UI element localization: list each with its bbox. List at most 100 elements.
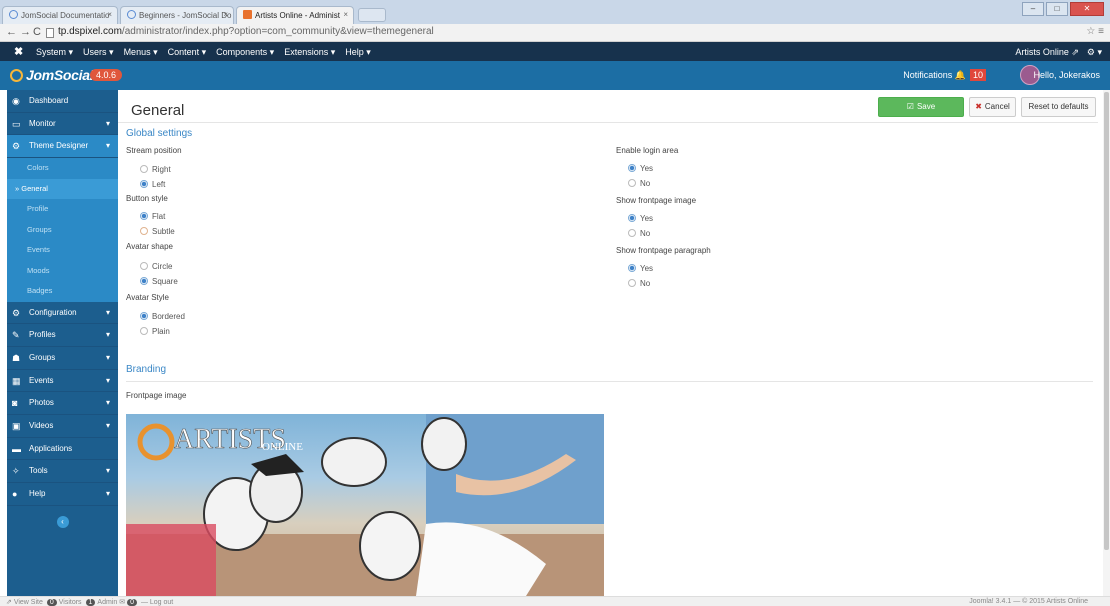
radio-icon bbox=[140, 262, 148, 270]
globe-icon bbox=[9, 10, 18, 19]
window-close-button[interactable]: ✕ bbox=[1070, 2, 1104, 16]
main-content: General ☑ Save ✖ Cancel Reset to defaults … bbox=[118, 90, 1103, 596]
dashboard-icon: ◉ bbox=[12, 96, 20, 106]
browser-tab[interactable]: Beginners - JomSocial Do × bbox=[120, 6, 234, 24]
menu-content[interactable]: Content ▾ bbox=[168, 47, 207, 58]
visitors-label: Visitors bbox=[58, 599, 82, 606]
radio-checked-icon bbox=[140, 180, 148, 188]
radio-option[interactable]: Bordered bbox=[140, 312, 185, 321]
sidebar-subitem-colors[interactable]: Colors bbox=[7, 158, 118, 179]
url-input[interactable]: tp.dspixel.com/administrator/index.php?o… bbox=[58, 26, 434, 37]
chevron-down-icon: ▾ bbox=[105, 466, 110, 476]
user-greeting[interactable]: Hello, Jokerakos bbox=[1033, 70, 1100, 80]
maximize-button[interactable]: □ bbox=[1046, 2, 1068, 16]
radio-option[interactable]: Yes bbox=[628, 214, 653, 223]
radio-option[interactable]: Square bbox=[140, 277, 178, 286]
field-label: Avatar shape bbox=[126, 242, 173, 251]
forward-arrow-icon[interactable]: → bbox=[20, 26, 31, 38]
close-icon[interactable]: × bbox=[343, 10, 348, 19]
radio-option[interactable]: Plain bbox=[140, 327, 170, 336]
sidebar-subitem-badges[interactable]: Badges bbox=[7, 281, 118, 302]
sidebar-subitem-profile[interactable]: Profile bbox=[7, 199, 118, 220]
close-icon[interactable]: × bbox=[223, 10, 228, 19]
radio-option[interactable]: Yes bbox=[628, 164, 653, 173]
radio-option[interactable]: Flat bbox=[140, 212, 165, 221]
sidebar-item-videos[interactable]: ▣ Videos ▾ bbox=[7, 415, 118, 438]
sidebar-item-tools[interactable]: ✧ Tools ▾ bbox=[7, 460, 118, 484]
sidebar-collapse-button[interactable]: ‹ bbox=[56, 515, 69, 528]
scrollbar[interactable] bbox=[1103, 90, 1110, 596]
bookmark-star-icon[interactable]: ☆ ≡ bbox=[1086, 26, 1104, 37]
edit-icon: ✎ bbox=[12, 330, 20, 341]
admin-count-badge: 1 bbox=[85, 599, 96, 606]
site-link[interactable]: Artists Online ⇗ bbox=[1015, 47, 1079, 58]
sidebar-item-dashboard[interactable]: ◉ Dashboard bbox=[7, 90, 118, 113]
sidebar-subitem-moods[interactable]: Moods bbox=[7, 260, 118, 282]
sidebar-item-configuration[interactable]: ⚙ Configuration ▾ bbox=[7, 302, 118, 325]
menu-system[interactable]: System ▾ bbox=[36, 47, 73, 58]
menu-help[interactable]: Help ▾ bbox=[345, 47, 371, 58]
sidebar-item-applications[interactable]: ▬ Applications bbox=[7, 438, 118, 461]
save-button[interactable]: ☑ Save bbox=[878, 97, 964, 117]
sidebar-subitem-events[interactable]: Events bbox=[7, 240, 118, 261]
frontpage-image[interactable]: ARTISTS ONLINE bbox=[126, 414, 604, 596]
chevron-down-icon: ▾ bbox=[105, 489, 110, 499]
logout-link[interactable]: Log out bbox=[150, 599, 173, 606]
menu-menus[interactable]: Menus ▾ bbox=[124, 47, 158, 58]
sidebar-subitem-general[interactable]: » General bbox=[7, 178, 118, 200]
radio-option[interactable]: Yes bbox=[628, 264, 653, 273]
scrollbar-thumb[interactable] bbox=[1104, 92, 1109, 550]
sidebar-item-groups[interactable]: ☗ Groups ▾ bbox=[7, 347, 118, 370]
field-label: Show frontpage image bbox=[616, 196, 697, 205]
divider bbox=[118, 122, 1098, 123]
radio-checked-icon bbox=[628, 164, 636, 172]
notifications-button[interactable]: Notifications 🔔 10 bbox=[903, 69, 986, 81]
section-title-global-settings: Global settings bbox=[126, 128, 193, 139]
sidebar-item-help[interactable]: ● Help ▾ bbox=[7, 483, 118, 506]
joomla-favicon-icon bbox=[243, 10, 252, 19]
radio-checked-icon bbox=[140, 312, 148, 320]
reload-icon[interactable]: C bbox=[33, 26, 41, 38]
jomsocial-header: JomSocial 4.0.6 Notifications 🔔 10 Hello,… bbox=[0, 61, 1110, 90]
briefcase-icon: ▬ bbox=[12, 443, 21, 454]
radio-icon bbox=[140, 227, 148, 235]
browser-tab-active[interactable]: Artists Online - Administ × bbox=[236, 6, 354, 24]
radio-option[interactable]: No bbox=[628, 279, 650, 288]
field-label: Stream position bbox=[126, 146, 182, 155]
sidebar-item-profiles[interactable]: ✎ Profiles ▾ bbox=[7, 324, 118, 347]
settings-gear-icon[interactable]: ⚙ ▾ bbox=[1087, 47, 1102, 58]
radio-option[interactable]: Right bbox=[140, 165, 171, 174]
version-badge: 4.0.6 bbox=[90, 69, 123, 81]
minimize-button[interactable]: – bbox=[1022, 2, 1044, 16]
jomsocial-logo[interactable]: JomSocial bbox=[10, 67, 94, 83]
sidebar-item-photos[interactable]: ◙ Photos ▾ bbox=[7, 392, 118, 415]
joomla-logo-icon[interactable]: ✖ bbox=[14, 45, 23, 58]
admin-label: Admin bbox=[97, 599, 118, 606]
radio-option[interactable]: Circle bbox=[140, 262, 172, 271]
menu-components[interactable]: Components ▾ bbox=[216, 47, 274, 58]
menu-extensions[interactable]: Extensions ▾ bbox=[284, 47, 335, 58]
footer-copyright: Joomla! 3.4.1 — © 2015 Artists Online bbox=[969, 598, 1088, 605]
cancel-icon: ✖ bbox=[975, 102, 982, 111]
radio-option[interactable]: Left bbox=[140, 180, 165, 189]
reset-defaults-button[interactable]: Reset to defaults bbox=[1021, 97, 1096, 117]
radio-icon bbox=[140, 165, 148, 173]
new-tab-button[interactable] bbox=[358, 8, 386, 22]
visitors-count-badge: 0 bbox=[46, 599, 57, 606]
back-arrow-icon[interactable]: ← bbox=[6, 26, 17, 38]
close-icon[interactable]: × bbox=[107, 10, 112, 19]
messages-icon: ✉ bbox=[119, 599, 126, 606]
monitor-icon: ▭ bbox=[12, 118, 21, 129]
cancel-button[interactable]: ✖ Cancel bbox=[969, 97, 1016, 117]
browser-tab[interactable]: JomSocial Documentatio × bbox=[2, 6, 118, 24]
sidebar-subitem-groups[interactable]: Groups bbox=[7, 219, 118, 241]
radio-option[interactable]: No bbox=[628, 179, 650, 188]
radio-option[interactable]: No bbox=[628, 229, 650, 238]
chevron-down-icon: ▾ bbox=[105, 330, 110, 340]
sidebar-item-monitor[interactable]: ▭ Monitor ▾ bbox=[7, 113, 118, 136]
menu-users[interactable]: Users ▾ bbox=[83, 47, 114, 58]
view-site-link[interactable]: ⇗ View Site bbox=[6, 599, 43, 606]
sidebar-item-events[interactable]: ▦ Events ▾ bbox=[7, 370, 118, 393]
radio-option[interactable]: Subtle bbox=[140, 227, 175, 236]
sidebar-item-theme-designer[interactable]: ⚙ Theme Designer ▾ bbox=[7, 135, 118, 159]
